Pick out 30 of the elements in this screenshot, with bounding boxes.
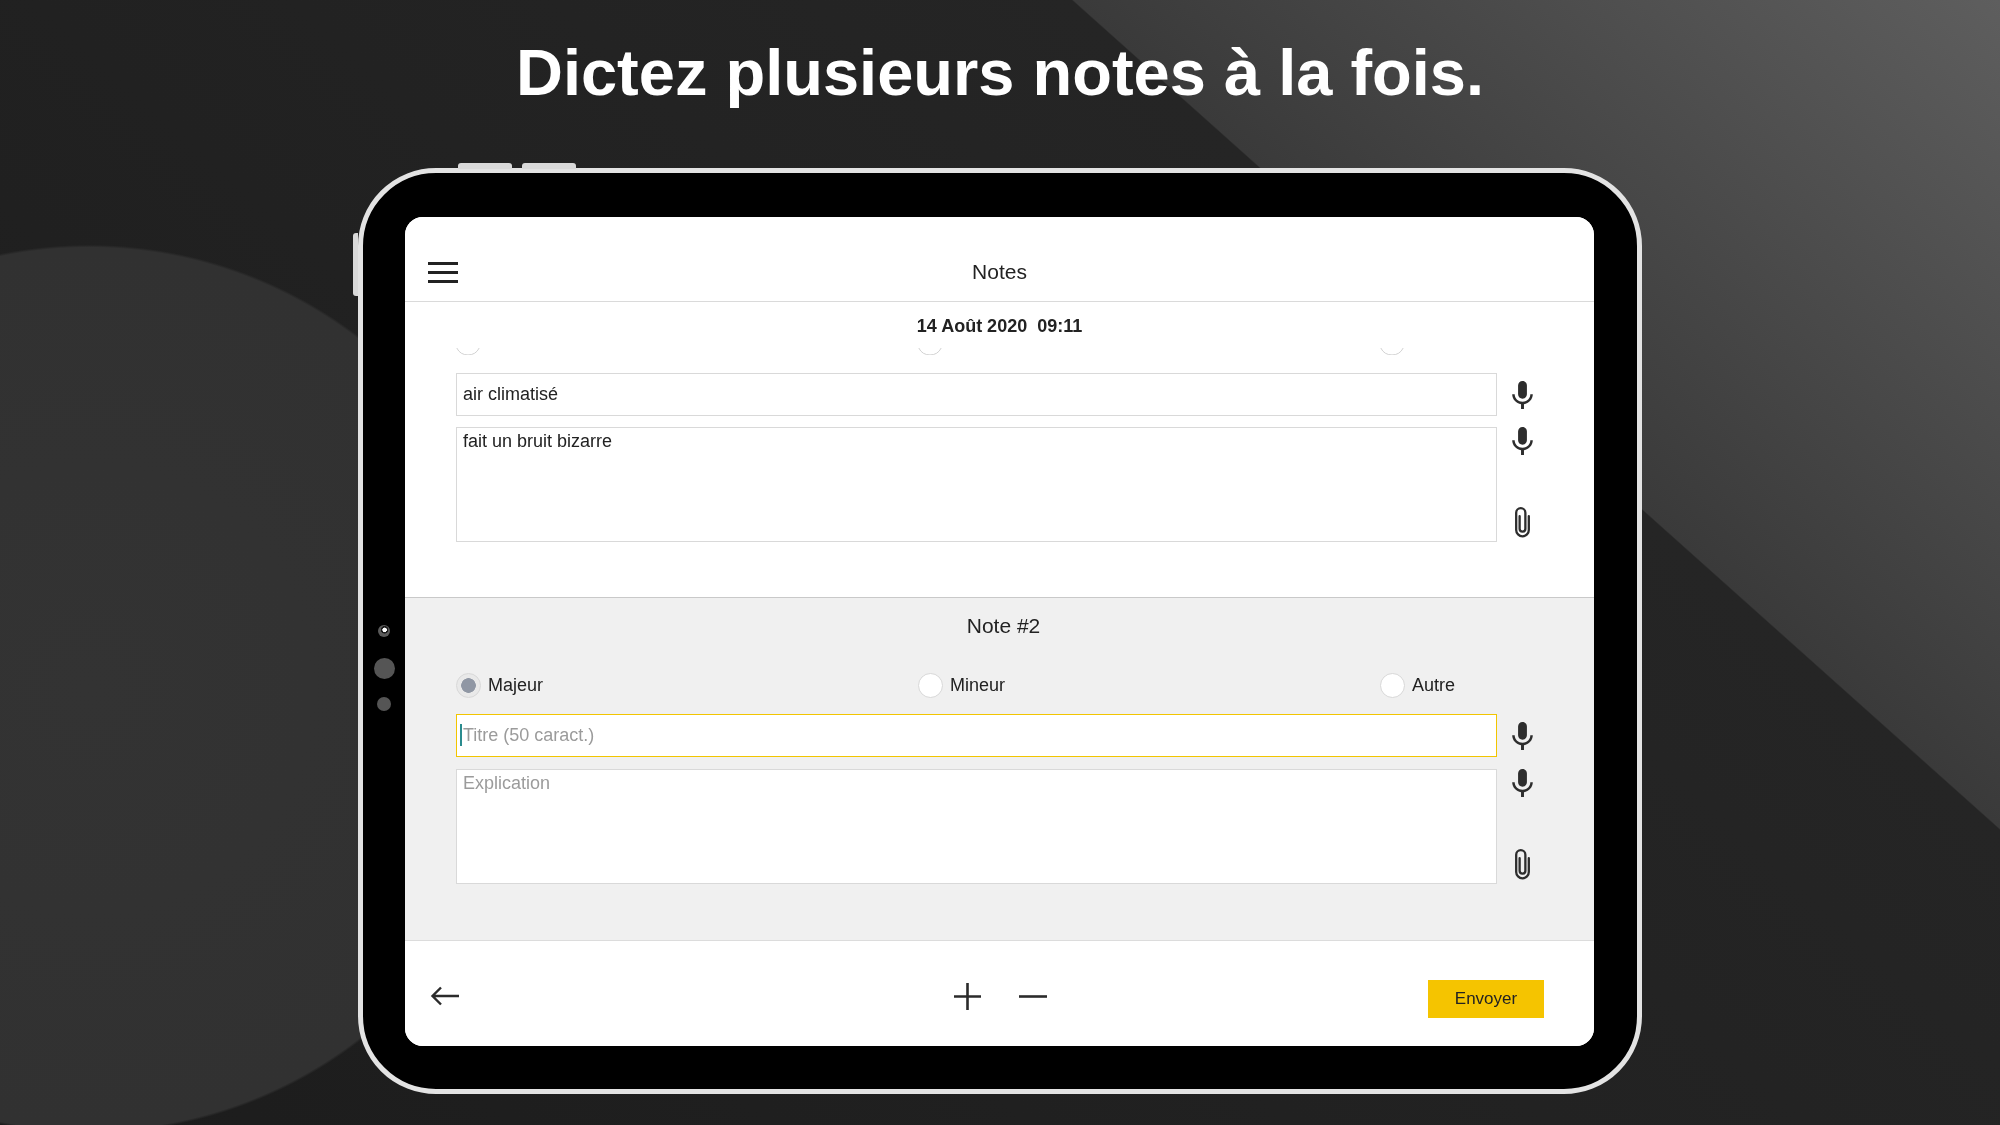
- bezel-dot-icon: [377, 697, 391, 711]
- plus-icon[interactable]: [954, 982, 981, 1010]
- headline: Dictez plusieurs notes à la fois.: [515, 35, 1485, 111]
- camera-icon: [378, 625, 390, 637]
- back-arrow-icon[interactable]: [430, 986, 459, 1006]
- title-field[interactable]: air climatisé: [456, 373, 1497, 416]
- explication-field[interactable]: fait un bruit bizarre: [456, 427, 1497, 542]
- radio-edge-icon: [918, 348, 942, 355]
- radio-option[interactable]: Majeur: [456, 671, 544, 699]
- radio-edge-icon: [1380, 348, 1404, 355]
- explication-field[interactable]: Explication: [456, 769, 1497, 884]
- microphone-icon[interactable]: [1511, 380, 1533, 409]
- radio-option[interactable]: Mineur: [918, 671, 1005, 699]
- note-heading: Note #2: [966, 613, 1041, 639]
- app-title: Notes: [972, 260, 1027, 284]
- radio-edge-icon: [456, 348, 480, 355]
- bezel-dot-icon: [373, 657, 395, 679]
- radio-option[interactable]: Autre: [1379, 671, 1455, 699]
- paperclip-icon[interactable]: [1513, 849, 1531, 880]
- paperclip-icon[interactable]: [1513, 507, 1531, 538]
- minus-icon[interactable]: [1019, 994, 1047, 998]
- time-text: 09:11: [1037, 315, 1083, 337]
- microphone-icon[interactable]: [1511, 769, 1533, 797]
- title-field[interactable]: Titre (50 caract.): [456, 714, 1497, 757]
- date-text: 14 Août 2020: [916, 315, 1028, 337]
- text-cursor-icon: [460, 724, 462, 746]
- menu-icon[interactable]: [428, 261, 458, 283]
- microphone-icon[interactable]: [1511, 721, 1533, 750]
- microphone-icon[interactable]: [1511, 427, 1533, 455]
- send-button[interactable]: Envoyer: [1428, 980, 1544, 1018]
